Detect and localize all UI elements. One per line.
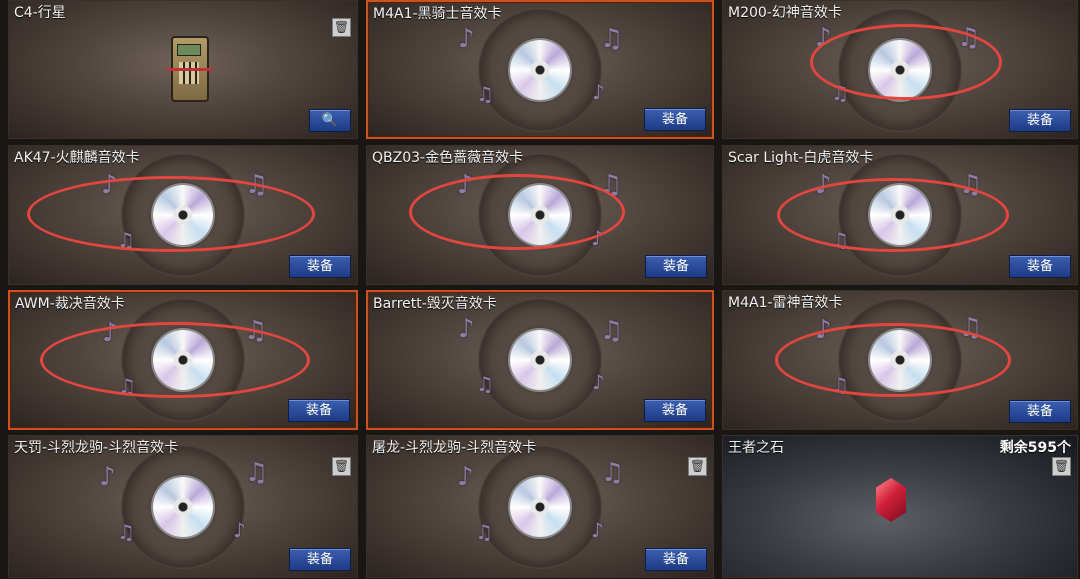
trash-icon[interactable]: 🗑 [332,18,351,37]
item-title: AK47-火麒麟音效卡 [14,150,140,166]
music-note-icon: ♪ [592,80,605,104]
equip-button[interactable]: 装备 [1009,255,1071,278]
equip-button[interactable]: 装备 [289,548,351,571]
item-title: 屠龙-斗烈龙驹-斗烈音效卡 [372,440,537,456]
cd-disc-icon [153,476,213,537]
item-card-m4a1-black-knight[interactable]: M4A1-黑骑士音效卡 ♪ ♫ ♫ ♪ 装备 [366,0,714,139]
item-card-qbz03-golden-rose[interactable]: QBZ03-金色蔷薇音效卡 ♪ ♫ ♪ 装备 [366,145,714,285]
search-button[interactable]: 🔍 [309,109,351,132]
item-card-ak47-fire-qilin[interactable]: AK47-火麒麟音效卡 ♪ ♫ ♫ 装备 [8,145,358,285]
cd-disc-icon [510,330,570,390]
music-note-icon: ♫ [476,372,494,396]
remaining-count: 剩余595个 [999,440,1071,456]
highlight-circle [775,323,1011,397]
item-card-tulong-dragon-horse[interactable]: 屠龙-斗烈龙驹-斗烈音效卡 🗑 ♪ ♫ ♫ ♪ 装备 [366,435,714,578]
item-card-awm-judgement[interactable]: AWM-裁决音效卡 ♪ ♫ ♫ 装备 [8,290,358,430]
music-note-icon: ♪ [458,24,475,54]
item-title: M4A1-雷神音效卡 [728,295,843,311]
highlight-circle [777,178,1009,252]
equip-button[interactable]: 装备 [644,399,706,422]
music-note-icon: ♪ [591,518,604,542]
highlight-circle [409,174,625,250]
item-title: QBZ03-金色蔷薇音效卡 [372,150,524,166]
music-note-icon: ♪ [457,462,474,492]
highlight-circle [810,24,1002,100]
equip-button[interactable]: 装备 [645,548,707,571]
highlight-circle [40,322,310,398]
music-note-icon: ♫ [601,458,625,488]
music-note-icon: ♫ [600,316,624,346]
item-title: C4-行星 [14,5,66,21]
equip-button[interactable]: 装备 [645,255,707,278]
item-card-barrett-destruction[interactable]: Barrett-毁灭音效卡 ♪ ♫ ♫ ♪ 装备 [366,290,714,430]
music-note-icon: ♪ [99,462,116,492]
music-note-icon: ♫ [245,458,269,488]
trash-icon[interactable]: 🗑 [1052,457,1071,476]
item-inventory-grid: C4-行星 🗑 🔍 M4A1-黑骑士音效卡 ♪ ♫ ♫ ♪ 装备 M200-幻神… [0,0,1080,579]
item-card-tianfa-dragon-horse[interactable]: 天罚-斗烈龙驹-斗烈音效卡 🗑 ♪ ♫ ♫ ♪ 装备 [8,435,358,578]
highlight-circle [27,176,315,252]
item-card-scar-light-white-tiger[interactable]: Scar Light-白虎音效卡 ♪ ♫ ♫ 装备 [722,145,1078,285]
music-note-icon: ♪ [592,370,605,394]
equip-button[interactable]: 装备 [289,255,351,278]
c4-bomb-icon [167,36,213,102]
trash-icon[interactable]: 🗑 [688,457,707,476]
music-note-icon: ♪ [233,518,246,542]
trash-icon[interactable]: 🗑 [332,457,351,476]
equip-button[interactable]: 装备 [288,399,350,422]
cd-disc-icon [510,39,570,100]
equip-button[interactable]: 装备 [1009,109,1071,132]
item-card-m200-illusion[interactable]: M200-幻神音效卡 ♪ ♫ ♫ 装备 [722,0,1078,139]
item-title: M200-幻神音效卡 [728,5,842,21]
magnifier-icon: 🔍 [321,113,339,128]
music-note-icon: ♫ [117,520,135,544]
music-note-icon: ♫ [600,24,624,54]
music-note-icon: ♪ [458,314,475,344]
equip-button[interactable]: 装备 [1009,400,1071,423]
item-title: Scar Light-白虎音效卡 [728,150,874,166]
item-title: AWM-裁决音效卡 [15,296,125,312]
item-title: 天罚-斗烈龙驹-斗烈音效卡 [14,440,179,456]
item-card-c4-planet[interactable]: C4-行星 🗑 🔍 [8,0,358,139]
cd-disc-icon [510,476,570,537]
music-note-icon: ♫ [475,520,493,544]
equip-button[interactable]: 装备 [644,108,706,131]
item-card-m4a1-thor[interactable]: M4A1-雷神音效卡 ♪ ♫ ♫ 装备 [722,290,1078,430]
music-note-icon: ♫ [476,82,494,106]
item-title: Barrett-毁灭音效卡 [373,296,497,312]
item-title: 王者之石 [728,440,784,456]
item-title: M4A1-黑骑士音效卡 [373,6,502,22]
